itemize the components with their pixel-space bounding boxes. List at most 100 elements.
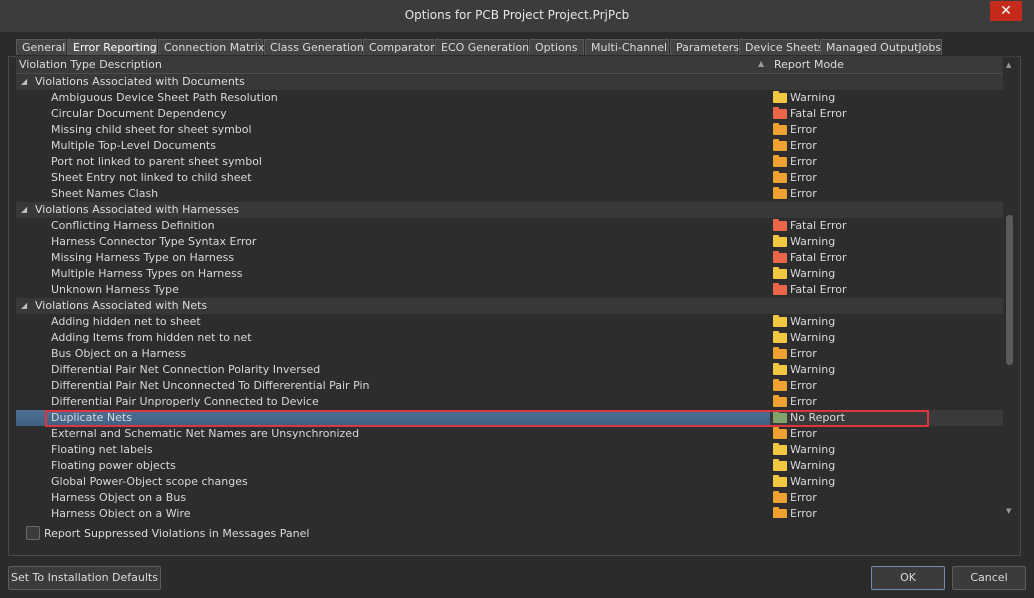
table-row[interactable]: Missing Harness Type on Harness Fatal Err… [16, 250, 1003, 266]
report-mode-cell[interactable]: Error [770, 138, 1003, 154]
violation-name: Sheet Entry not linked to child sheet [51, 171, 252, 184]
vertical-scrollbar[interactable]: ▲ ▼ [1003, 57, 1017, 518]
tab-connection-matrix[interactable]: Connection Matrix [158, 39, 264, 55]
report-mode-label: Error [790, 379, 817, 392]
table-row[interactable]: Differential Pair Unproperly Connected t… [16, 394, 1003, 410]
tab-options[interactable]: Options [529, 39, 584, 55]
report-mode-cell[interactable]: Error [770, 154, 1003, 170]
report-mode-label: Warning [790, 459, 836, 472]
report-mode-cell[interactable]: Warning [770, 90, 1003, 106]
report-mode-cell[interactable]: Error [770, 426, 1003, 442]
group-row[interactable]: ◢ Violations Associated with Nets [16, 298, 1003, 314]
report-mode-cell[interactable]: Warning [770, 266, 1003, 282]
table-row[interactable]: Multiple Top-Level Documents Error [16, 138, 1003, 154]
report-mode-label: Error [790, 395, 817, 408]
table-row[interactable]: Adding Items from hidden net to net Warni… [16, 330, 1003, 346]
close-button[interactable]: ✕ [990, 1, 1022, 21]
report-mode-cell[interactable]: Fatal Error [770, 250, 1003, 266]
table-row[interactable]: Multiple Harness Types on Harness Warning [16, 266, 1003, 282]
report-mode-folder-icon [773, 379, 787, 391]
report-mode-cell[interactable]: Warning [770, 234, 1003, 250]
violation-name: Adding hidden net to sheet [51, 315, 201, 328]
tab-class-generation[interactable]: Class Generation [264, 39, 364, 55]
violation-name: Harness Object on a Wire [51, 507, 191, 518]
report-mode-cell[interactable]: No Report [770, 410, 1003, 426]
tab-error-reporting[interactable]: Error Reporting [67, 39, 157, 55]
table-row[interactable]: Ambiguous Device Sheet Path Resolution Wa… [16, 90, 1003, 106]
report-mode-cell[interactable]: Error [770, 122, 1003, 138]
report-mode-folder-icon [773, 251, 787, 263]
report-suppressed-checkbox[interactable] [26, 526, 40, 540]
ok-button[interactable]: OK [871, 566, 945, 590]
set-defaults-button[interactable]: Set To Installation Defaults [8, 566, 161, 590]
column-header-description[interactable]: Violation Type Description [19, 58, 162, 71]
scrollbar-thumb[interactable] [1006, 215, 1013, 365]
report-mode-cell[interactable]: Warning [770, 314, 1003, 330]
table-row[interactable]: Differential Pair Net Connection Polarit… [16, 362, 1003, 378]
table-row[interactable]: External and Schematic Net Names are Uns… [16, 426, 1003, 442]
report-suppressed-label: Report Suppressed Violations in Messages… [44, 527, 310, 540]
report-mode-folder-icon [773, 219, 787, 231]
table-row[interactable]: Adding hidden net to sheet Warning [16, 314, 1003, 330]
violation-name: Differential Pair Net Unconnected To Dif… [51, 379, 370, 392]
table-row[interactable]: Floating power objects Warning [16, 458, 1003, 474]
table-row[interactable]: Global Power-Object scope changes Warning [16, 474, 1003, 490]
table-row[interactable]: Harness Connector Type Syntax Error Warni… [16, 234, 1003, 250]
table-row[interactable]: Sheet Names Clash Error [16, 186, 1003, 202]
table-row[interactable]: Harness Object on a Wire Error [16, 506, 1003, 518]
table-row[interactable]: Harness Object on a Bus Error [16, 490, 1003, 506]
report-mode-cell[interactable]: Fatal Error [770, 282, 1003, 298]
tab-multi-channel[interactable]: Multi-Channel [585, 39, 669, 55]
tab-general[interactable]: General [16, 39, 66, 55]
report-mode-cell[interactable]: Fatal Error [770, 106, 1003, 122]
table-row[interactable]: Missing child sheet for sheet symbol Erro… [16, 122, 1003, 138]
table-row-selected[interactable]: Duplicate Nets No Report [16, 410, 1003, 426]
report-mode-folder-icon [773, 395, 787, 407]
column-header-report-mode[interactable]: Report Mode [774, 58, 844, 71]
tab-managed-outputjobs[interactable]: Managed OutputJobs [820, 39, 942, 55]
report-mode-cell[interactable]: Warning [770, 458, 1003, 474]
report-mode-folder-icon [773, 507, 787, 518]
report-mode-cell[interactable]: Warning [770, 442, 1003, 458]
report-mode-cell[interactable]: Fatal Error [770, 218, 1003, 234]
tab-eco-generation[interactable]: ECO Generation [435, 39, 529, 55]
table-row[interactable]: Differential Pair Net Unconnected To Dif… [16, 378, 1003, 394]
collapse-caret-icon[interactable]: ◢ [21, 298, 27, 314]
report-mode-cell[interactable]: Error [770, 394, 1003, 410]
collapse-caret-icon[interactable]: ◢ [21, 202, 27, 218]
tab-parameters[interactable]: Parameters [670, 39, 739, 55]
table-row[interactable]: Unknown Harness Type Fatal Error [16, 282, 1003, 298]
report-mode-cell[interactable]: Error [770, 490, 1003, 506]
group-row[interactable]: ◢ Violations Associated with Documents [16, 74, 1003, 90]
report-mode-cell[interactable]: Error [770, 186, 1003, 202]
scroll-up-arrow-icon[interactable]: ▲ [1006, 61, 1011, 69]
tab-device-sheets[interactable]: Device Sheets [739, 39, 824, 55]
table-row[interactable]: Sheet Entry not linked to child sheet Err… [16, 170, 1003, 186]
report-mode-label: Warning [790, 235, 836, 248]
report-mode-label: Error [790, 507, 817, 518]
report-mode-cell[interactable]: Warning [770, 362, 1003, 378]
report-mode-cell[interactable]: Error [770, 346, 1003, 362]
violation-name: Harness Object on a Bus [51, 491, 187, 504]
table-row[interactable]: Circular Document Dependency Fatal Error [16, 106, 1003, 122]
scroll-down-arrow-icon[interactable]: ▼ [1006, 507, 1011, 515]
table-row[interactable]: Floating net labels Warning [16, 442, 1003, 458]
report-mode-cell[interactable]: Error [770, 170, 1003, 186]
report-mode-label: Fatal Error [790, 107, 847, 120]
tab-comparator[interactable]: Comparator [363, 39, 435, 55]
report-mode-cell[interactable]: Warning [770, 330, 1003, 346]
collapse-caret-icon[interactable]: ◢ [21, 74, 27, 90]
report-mode-folder-icon [773, 171, 787, 183]
table-row[interactable]: Bus Object on a Harness Error [16, 346, 1003, 362]
report-mode-cell[interactable]: Warning [770, 474, 1003, 490]
report-mode-label: Error [790, 155, 817, 168]
report-mode-folder-icon [773, 187, 787, 199]
group-row[interactable]: ◢ Violations Associated with Harnesses [16, 202, 1003, 218]
table-row[interactable]: Conflicting Harness Definition Fatal Erro… [16, 218, 1003, 234]
report-mode-cell[interactable]: Error [770, 378, 1003, 394]
table-row[interactable]: Port not linked to parent sheet symbol Er… [16, 154, 1003, 170]
violation-name: Adding Items from hidden net to net [51, 331, 252, 344]
report-mode-folder-icon [773, 411, 787, 423]
report-mode-cell[interactable]: Error [770, 506, 1003, 518]
cancel-button[interactable]: Cancel [952, 566, 1026, 590]
